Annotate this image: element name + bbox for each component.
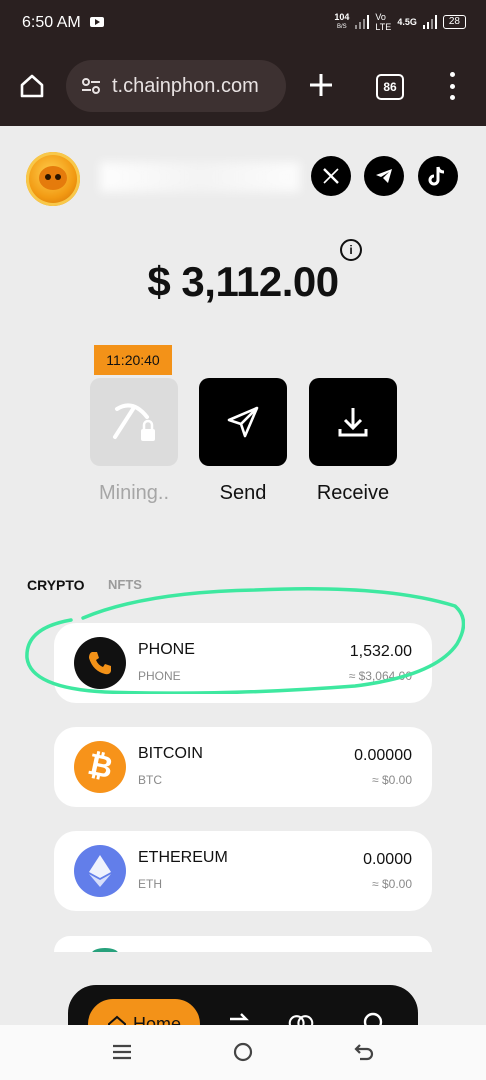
x-icon	[323, 168, 339, 184]
asset-symbol: ETH	[138, 877, 162, 891]
browser-toolbar: t.chainphon.com 86	[0, 48, 486, 126]
asset-card-partial[interactable]	[54, 936, 432, 952]
status-bar: 6:50 AM 104 B/S Vo LTE 4.5G 28	[0, 0, 486, 48]
tab-nfts[interactable]: NFTS	[108, 577, 142, 592]
send-button[interactable]	[199, 378, 287, 466]
download-icon	[338, 408, 368, 437]
system-nav-bar	[0, 1025, 486, 1080]
username-obscured	[100, 162, 300, 192]
address-bar[interactable]: t.chainphon.com	[66, 60, 286, 112]
asset-amount: 0.0000	[363, 851, 412, 868]
receive-button[interactable]	[309, 378, 397, 466]
x-social-button[interactable]	[311, 156, 351, 196]
receive-label: Receive	[316, 482, 390, 504]
new-tab-icon[interactable]	[306, 70, 336, 100]
site-settings-icon[interactable]	[80, 75, 102, 97]
youtube-notification-icon	[90, 17, 104, 27]
telegram-icon	[376, 169, 392, 183]
status-indicators: 104 B/S Vo LTE 4.5G 28	[334, 12, 466, 32]
back-icon[interactable]	[352, 1040, 376, 1064]
asset-symbol: BTC	[138, 773, 162, 787]
asset-usd-value: ≈ $0.00	[372, 877, 412, 891]
network-speed: 104 B/S	[334, 12, 350, 30]
ethereum-icon	[74, 845, 126, 897]
avatar[interactable]	[26, 152, 80, 206]
sim2-label: 4.5G	[397, 17, 417, 27]
more-menu-icon[interactable]	[444, 72, 460, 100]
asset-usd-value: ≈ $3,064.00	[348, 669, 412, 683]
phone-icon	[74, 637, 126, 689]
mining-button[interactable]	[90, 378, 178, 466]
asset-card-phone[interactable]: PHONE PHONE 1,532.00 ≈ $3,064.00	[54, 623, 432, 703]
tab-switcher-button[interactable]: 86	[376, 74, 404, 100]
tab-crypto[interactable]: CRYPTO	[27, 577, 85, 593]
bitcoin-icon: ₿	[74, 741, 126, 793]
status-time: 6:50 AM	[22, 14, 81, 31]
coin-icon-partial	[92, 948, 118, 952]
send-icon	[227, 406, 259, 438]
sim1-label: Vo LTE	[375, 12, 392, 32]
asset-name: BITCOIN	[138, 745, 203, 762]
recents-icon[interactable]	[110, 1040, 134, 1064]
url-text: t.chainphon.com	[112, 74, 259, 97]
mining-timer: 11:20:40	[94, 345, 172, 375]
asset-name: ETHEREUM	[138, 849, 228, 866]
mining-label: Mining..	[98, 482, 170, 504]
hamster-face	[39, 166, 67, 190]
system-home-icon[interactable]	[231, 1040, 255, 1064]
asset-card-bitcoin[interactable]: ₿ BITCOIN BTC 0.00000 ≈ $0.00	[54, 727, 432, 807]
signal-1-icon	[355, 15, 370, 29]
signal-2-icon	[422, 15, 437, 29]
asset-amount: 0.00000	[354, 747, 412, 764]
asset-name: PHONE	[138, 641, 195, 658]
tiktok-icon	[428, 166, 445, 186]
asset-symbol: PHONE	[138, 669, 181, 683]
asset-amount: 1,532.00	[349, 643, 412, 660]
asset-card-ethereum[interactable]: ETHEREUM ETH 0.0000 ≈ $0.00	[54, 831, 432, 911]
send-label: Send	[219, 482, 267, 504]
telegram-social-button[interactable]	[364, 156, 404, 196]
battery-indicator: 28	[442, 15, 466, 29]
home-icon[interactable]	[18, 72, 46, 100]
pickaxe-icon	[113, 403, 155, 441]
tiktok-social-button[interactable]	[418, 156, 458, 196]
asset-usd-value: ≈ $0.00	[372, 773, 412, 787]
total-balance: $ 3,112.00	[147, 258, 339, 305]
